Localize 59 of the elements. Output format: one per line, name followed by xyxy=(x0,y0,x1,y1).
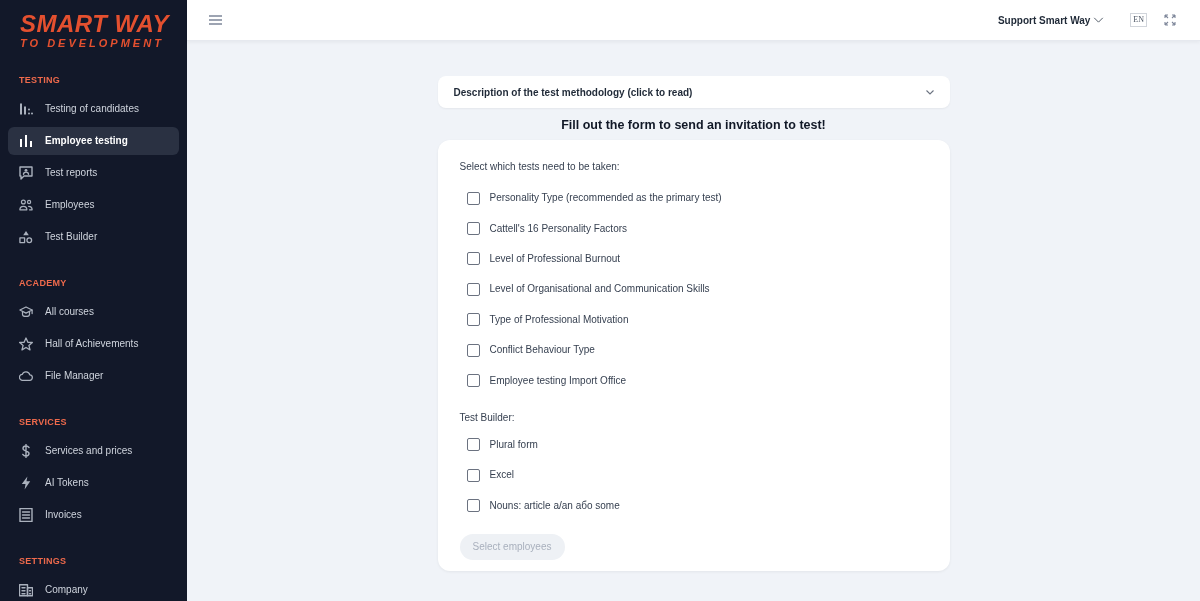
option-label[interactable]: Employee testing Import Office xyxy=(489,373,627,388)
checkbox[interactable] xyxy=(466,343,480,357)
group-label: Select which tests need to be taken: xyxy=(459,160,621,174)
checkbox[interactable] xyxy=(466,282,480,296)
dotted-bars-icon xyxy=(19,102,33,116)
support-dropdown[interactable]: Support Smart Way xyxy=(997,12,1105,28)
users-icon xyxy=(19,198,33,212)
brand-name: SMART WAY xyxy=(20,11,169,36)
sidebar-item[interactable]: Test reports xyxy=(8,159,179,187)
sidebar-item[interactable]: Employees xyxy=(8,191,179,219)
option-label[interactable]: Conflict Behaviour Type xyxy=(489,343,595,358)
sidebar-item[interactable]: AI Tokens xyxy=(8,469,179,497)
star-icon xyxy=(19,337,33,351)
building-icon xyxy=(19,583,33,597)
option-label[interactable]: Nouns: article a/an або some xyxy=(489,498,620,513)
sidebar-item[interactable]: Invoices xyxy=(8,501,179,529)
section-title: TESTING xyxy=(18,74,62,86)
language-button[interactable]: EN xyxy=(1130,13,1147,27)
form-heading: Fill out the form to send an invitation to test! xyxy=(560,117,827,133)
shapes-icon xyxy=(19,230,33,244)
methodology-accordion[interactable]: Description of the test methodology (click to read) xyxy=(437,76,950,108)
option-label[interactable]: Plural form xyxy=(489,437,538,452)
option-label[interactable]: Cattell's 16 Personality Factors xyxy=(489,221,628,236)
fullscreen-icon[interactable] xyxy=(1164,14,1176,26)
checkbox[interactable] xyxy=(466,222,480,236)
section-title: ACADEMY xyxy=(18,277,68,289)
graduation-cap-icon xyxy=(19,305,33,319)
checkbox[interactable] xyxy=(466,313,480,327)
sidebar-item[interactable]: Hall of Achievements xyxy=(8,330,179,358)
sidebar-item[interactable]: File Manager xyxy=(8,362,179,390)
group-label: Test Builder: xyxy=(459,410,516,425)
section-title: SETTINGS xyxy=(18,555,68,567)
chevron-down-icon xyxy=(1093,17,1105,23)
option-label[interactable]: Personality Type (recommended as the primary test) xyxy=(489,191,722,206)
checkbox[interactable] xyxy=(466,191,480,205)
cloud-icon xyxy=(19,369,33,383)
message-person-icon xyxy=(19,166,33,180)
sidebar-item[interactable]: Testing of candidates xyxy=(8,95,179,123)
brand-tagline: TO DEVELOPMENT xyxy=(20,36,164,50)
option-label[interactable]: Type of Professional Motivation xyxy=(489,312,629,327)
menu-icon[interactable] xyxy=(209,15,222,25)
option-label[interactable]: Level of Professional Burnout xyxy=(489,251,621,266)
option-label[interactable]: Excel xyxy=(489,468,514,483)
checkbox[interactable] xyxy=(466,374,480,388)
checkbox[interactable] xyxy=(466,252,480,266)
sidebar-item[interactable]: Company xyxy=(8,576,179,601)
option-label[interactable]: Level of Organisational and Communication Skills xyxy=(489,282,710,297)
dollar-icon xyxy=(19,444,33,458)
checkbox[interactable] xyxy=(466,499,480,513)
section-title: SERVICES xyxy=(18,416,68,428)
checkbox[interactable] xyxy=(466,468,480,482)
sidebar-item[interactable]: Employee testing xyxy=(8,127,179,155)
sidebar-item[interactable]: Test Builder xyxy=(8,223,179,251)
bar-chart-icon xyxy=(19,134,33,148)
sidebar-item[interactable]: All courses xyxy=(8,298,179,326)
sidebar-item[interactable]: Services and prices xyxy=(8,437,179,465)
document-lines-icon xyxy=(19,508,33,522)
lightning-icon xyxy=(19,476,33,490)
checkbox[interactable] xyxy=(466,438,480,452)
